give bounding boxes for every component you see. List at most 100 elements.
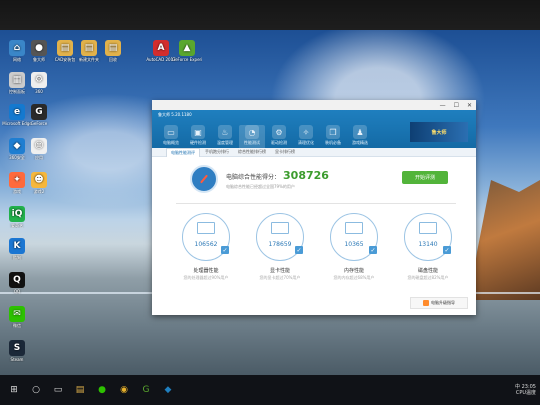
total-score: 308726 [283, 169, 329, 182]
gpu-score-ring[interactable]: 178659 ✓ [256, 213, 304, 261]
driver-icon: ⚙ [272, 125, 286, 139]
check-icon: ✓ [221, 246, 229, 254]
clock-label: CPU温度 [515, 390, 536, 396]
score-label: 电脑综合性能得分： [226, 174, 281, 181]
app-icon: ◆ [9, 138, 25, 154]
thermometer-icon: ♨ [218, 125, 232, 139]
desktop-icon-label: GeForce [30, 121, 48, 126]
file-explorer-icon[interactable]: ▤ [72, 382, 88, 398]
promo-banner[interactable]: 鲁大师 [410, 122, 468, 142]
disk-score-ring[interactable]: 13140 ✓ [404, 213, 452, 261]
minimize-icon[interactable]: — [440, 102, 446, 109]
desktop-icon[interactable]: ⚙ 360 [24, 72, 54, 94]
subtab[interactable]: 综合性能排行榜 [234, 148, 270, 156]
desktop-icon[interactable]: iQ 爱奇艺 [2, 206, 32, 228]
app-icon: ✉ [9, 306, 25, 322]
disk-icon [419, 222, 437, 234]
search-icon[interactable]: ○ [28, 382, 44, 398]
close-icon[interactable]: ✕ [467, 102, 472, 109]
app-icon: ☻ [31, 172, 47, 188]
app-icon: A [153, 40, 169, 56]
cpu-score-ring[interactable]: 106562 ✓ [182, 213, 230, 261]
main-nav: ▭ 电脑概览 ▣ 硬件检测 ♨ 温度管理 ◔ 性能测试 ⚙ 驱动检测 ✧ 清理优化 ❒ 装机必备 ♟ 游戏精选 [158, 125, 374, 148]
start-benchmark-button[interactable]: 开始评测 [402, 171, 448, 184]
app-icon: ☺ [31, 138, 47, 154]
metric-name: 显卡性能 [269, 268, 290, 274]
tab-label: 游戏精选 [352, 140, 368, 145]
check-icon: ✓ [443, 246, 451, 254]
metric-score: 106562 [194, 241, 218, 248]
guide-icon [423, 300, 429, 306]
desktop-icon[interactable]: ☻ 游戏2 [24, 172, 54, 194]
metric-name: 处理器性能 [193, 268, 219, 274]
subtab[interactable]: 手机跑分排行 [201, 148, 233, 156]
desktop-icon[interactable]: ▲GeForce Experience [172, 40, 202, 62]
task-view-icon[interactable]: ▭ [50, 382, 66, 398]
tab-chip[interactable]: ▣ 硬件检测 [185, 125, 211, 148]
tab-driver[interactable]: ⚙ 驱动检测 [266, 125, 292, 148]
monitor-icon: ▭ [164, 125, 178, 139]
tab-monitor[interactable]: ▭ 电脑概览 [158, 125, 184, 148]
score-line: 电脑综合性能得分： 308726 [226, 169, 329, 182]
upgrade-guide-button[interactable]: 电脑升级指导 [410, 297, 468, 309]
desktop-icon[interactable]: ☺ 应用 [24, 138, 54, 160]
tab-label: 硬件检测 [190, 140, 206, 145]
metric-description: 您的磁盘超过82%用户 [407, 275, 449, 280]
metric-name: 内存性能 [343, 268, 364, 274]
app-icon: ▤ [81, 40, 97, 56]
metric-memory: 10365 ✓ 内存性能 您的内存超过68%用户 [324, 213, 384, 281]
speedometer-icon [190, 165, 218, 193]
desktop-icon-label: GeForce Experience [172, 57, 202, 62]
desktop-icon[interactable]: ✉ 微信 [2, 306, 32, 328]
tab-speedometer[interactable]: ◔ 性能测试 [239, 125, 265, 148]
metric-score: 13140 [418, 241, 438, 248]
taskbar: ⊞ ○ ▭ ▤ ● ◉ G ◆ 中 23:05 CPU温度 [0, 375, 540, 405]
tab-label: 驱动检测 [271, 140, 287, 145]
cpu-icon [197, 222, 215, 234]
desktop-icon[interactable]: ▤ 回收 [98, 40, 128, 62]
subtab[interactable]: 电脑性能测评 [166, 147, 200, 157]
app-icon: ▤ [105, 40, 121, 56]
geforce-icon[interactable]: G [138, 382, 154, 398]
chrome-icon[interactable]: ◉ [116, 382, 132, 398]
tab-cube[interactable]: ❒ 装机必备 [320, 125, 346, 148]
app-icon: K [9, 238, 25, 254]
memory-score-ring[interactable]: 10365 ✓ [330, 213, 378, 261]
metric-score: 178659 [268, 241, 292, 248]
check-icon: ✓ [369, 246, 377, 254]
app-icon: iQ [9, 206, 25, 222]
maximize-icon[interactable]: ☐ [454, 102, 459, 109]
start-icon[interactable]: ⊞ [6, 382, 22, 398]
tab-thermometer[interactable]: ♨ 温度管理 [212, 125, 238, 148]
tab-label: 装机必备 [325, 140, 341, 145]
app-icon: Q [9, 272, 25, 288]
subtab-bar: 电脑性能测评 手机跑分排行 综合性能排行榜 显卡排行榜 [152, 147, 476, 157]
subtab[interactable]: 显卡排行榜 [271, 148, 299, 156]
metric-description: 您的显卡超过70%用户 [259, 275, 301, 280]
metric-description: 您的处理器超过90%用户 [183, 275, 229, 280]
desktop-icon-label: 酷狗 [13, 255, 21, 260]
rock-formation [470, 180, 540, 300]
tab-broom[interactable]: ✧ 清理优化 [293, 125, 319, 148]
window-titlebar[interactable]: — ☐ ✕ [152, 100, 476, 110]
app-icon: e [9, 104, 25, 120]
gamepad-icon: ♟ [353, 125, 367, 139]
system-tray[interactable]: 中 23:05 CPU温度 [515, 384, 536, 396]
ludashi-taskbar-icon[interactable]: ◆ [160, 382, 176, 398]
speedometer-icon: ◔ [245, 125, 259, 139]
desktop-icon[interactable]: G GeForce [24, 104, 54, 126]
tab-gamepad[interactable]: ♟ 游戏精选 [347, 125, 373, 148]
tab-label: 电脑概览 [163, 140, 179, 145]
score-description: 电脑综合性能已经超过全国79%的用户 [226, 184, 295, 189]
benchmark-content: 电脑综合性能得分： 308726 电脑综合性能已经超过全国79%的用户 开始评测… [152, 157, 476, 315]
desktop-icon-label: 回收 [109, 57, 117, 62]
cube-icon: ❒ [326, 125, 340, 139]
desktop-icon-label: Steam [10, 357, 24, 362]
metric-score: 10365 [344, 241, 364, 248]
desktop-icon-label: 游戏2 [33, 189, 45, 194]
desktop-icon[interactable]: Q QQ [2, 272, 32, 294]
desktop-icon[interactable]: S Steam [2, 340, 32, 362]
wechat-icon[interactable]: ● [94, 382, 110, 398]
metric-cpu: 106562 ✓ 处理器性能 您的处理器超过90%用户 [176, 213, 236, 281]
desktop-icon[interactable]: K 酷狗 [2, 238, 32, 260]
